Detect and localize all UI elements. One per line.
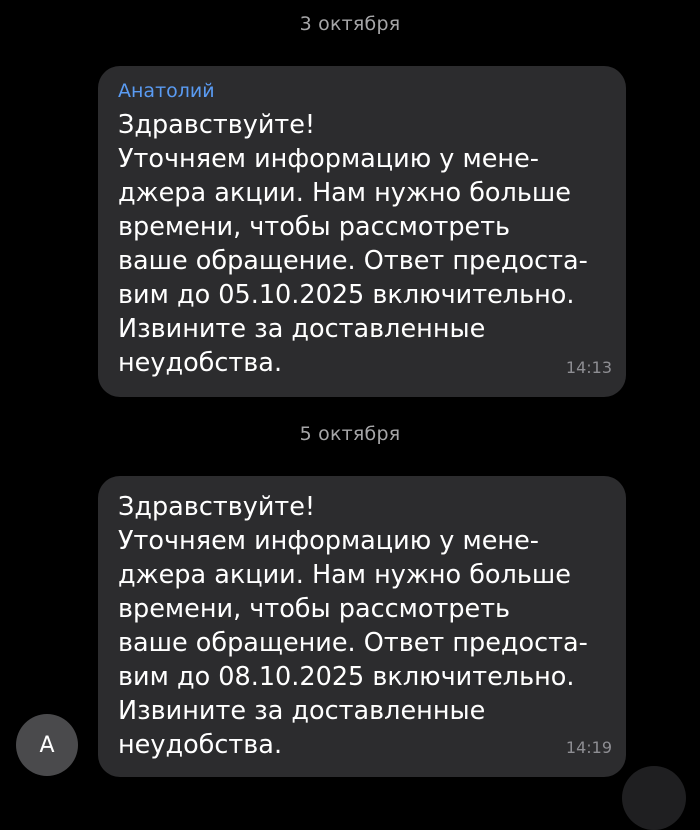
message-text: Здравствуйте! Уточняем информацию у мене… (118, 492, 588, 760)
message-sender-name[interactable]: Анатолий (118, 78, 608, 104)
message-time: 14:13 (565, 358, 612, 377)
message-bubble-first[interactable]: Анатолий Здравствуйте! Уточняем информац… (98, 66, 626, 397)
message-text: Здравствуйте! Уточняем информацию у мене… (118, 110, 588, 378)
date-separator-first: 3 октября (299, 13, 401, 35)
message-time: 14:19 (565, 738, 612, 757)
scroll-down-button[interactable] (622, 766, 686, 830)
chat-thread: 3 октября Анатолий Здравствуйте! Уточняе… (0, 0, 700, 830)
message-bubble-second[interactable]: Здравствуйте! Уточняем информацию у мене… (98, 476, 626, 777)
avatar-initial: А (39, 732, 55, 758)
sender-avatar[interactable]: А (16, 714, 78, 776)
date-separator-second: 5 октября (299, 423, 401, 445)
